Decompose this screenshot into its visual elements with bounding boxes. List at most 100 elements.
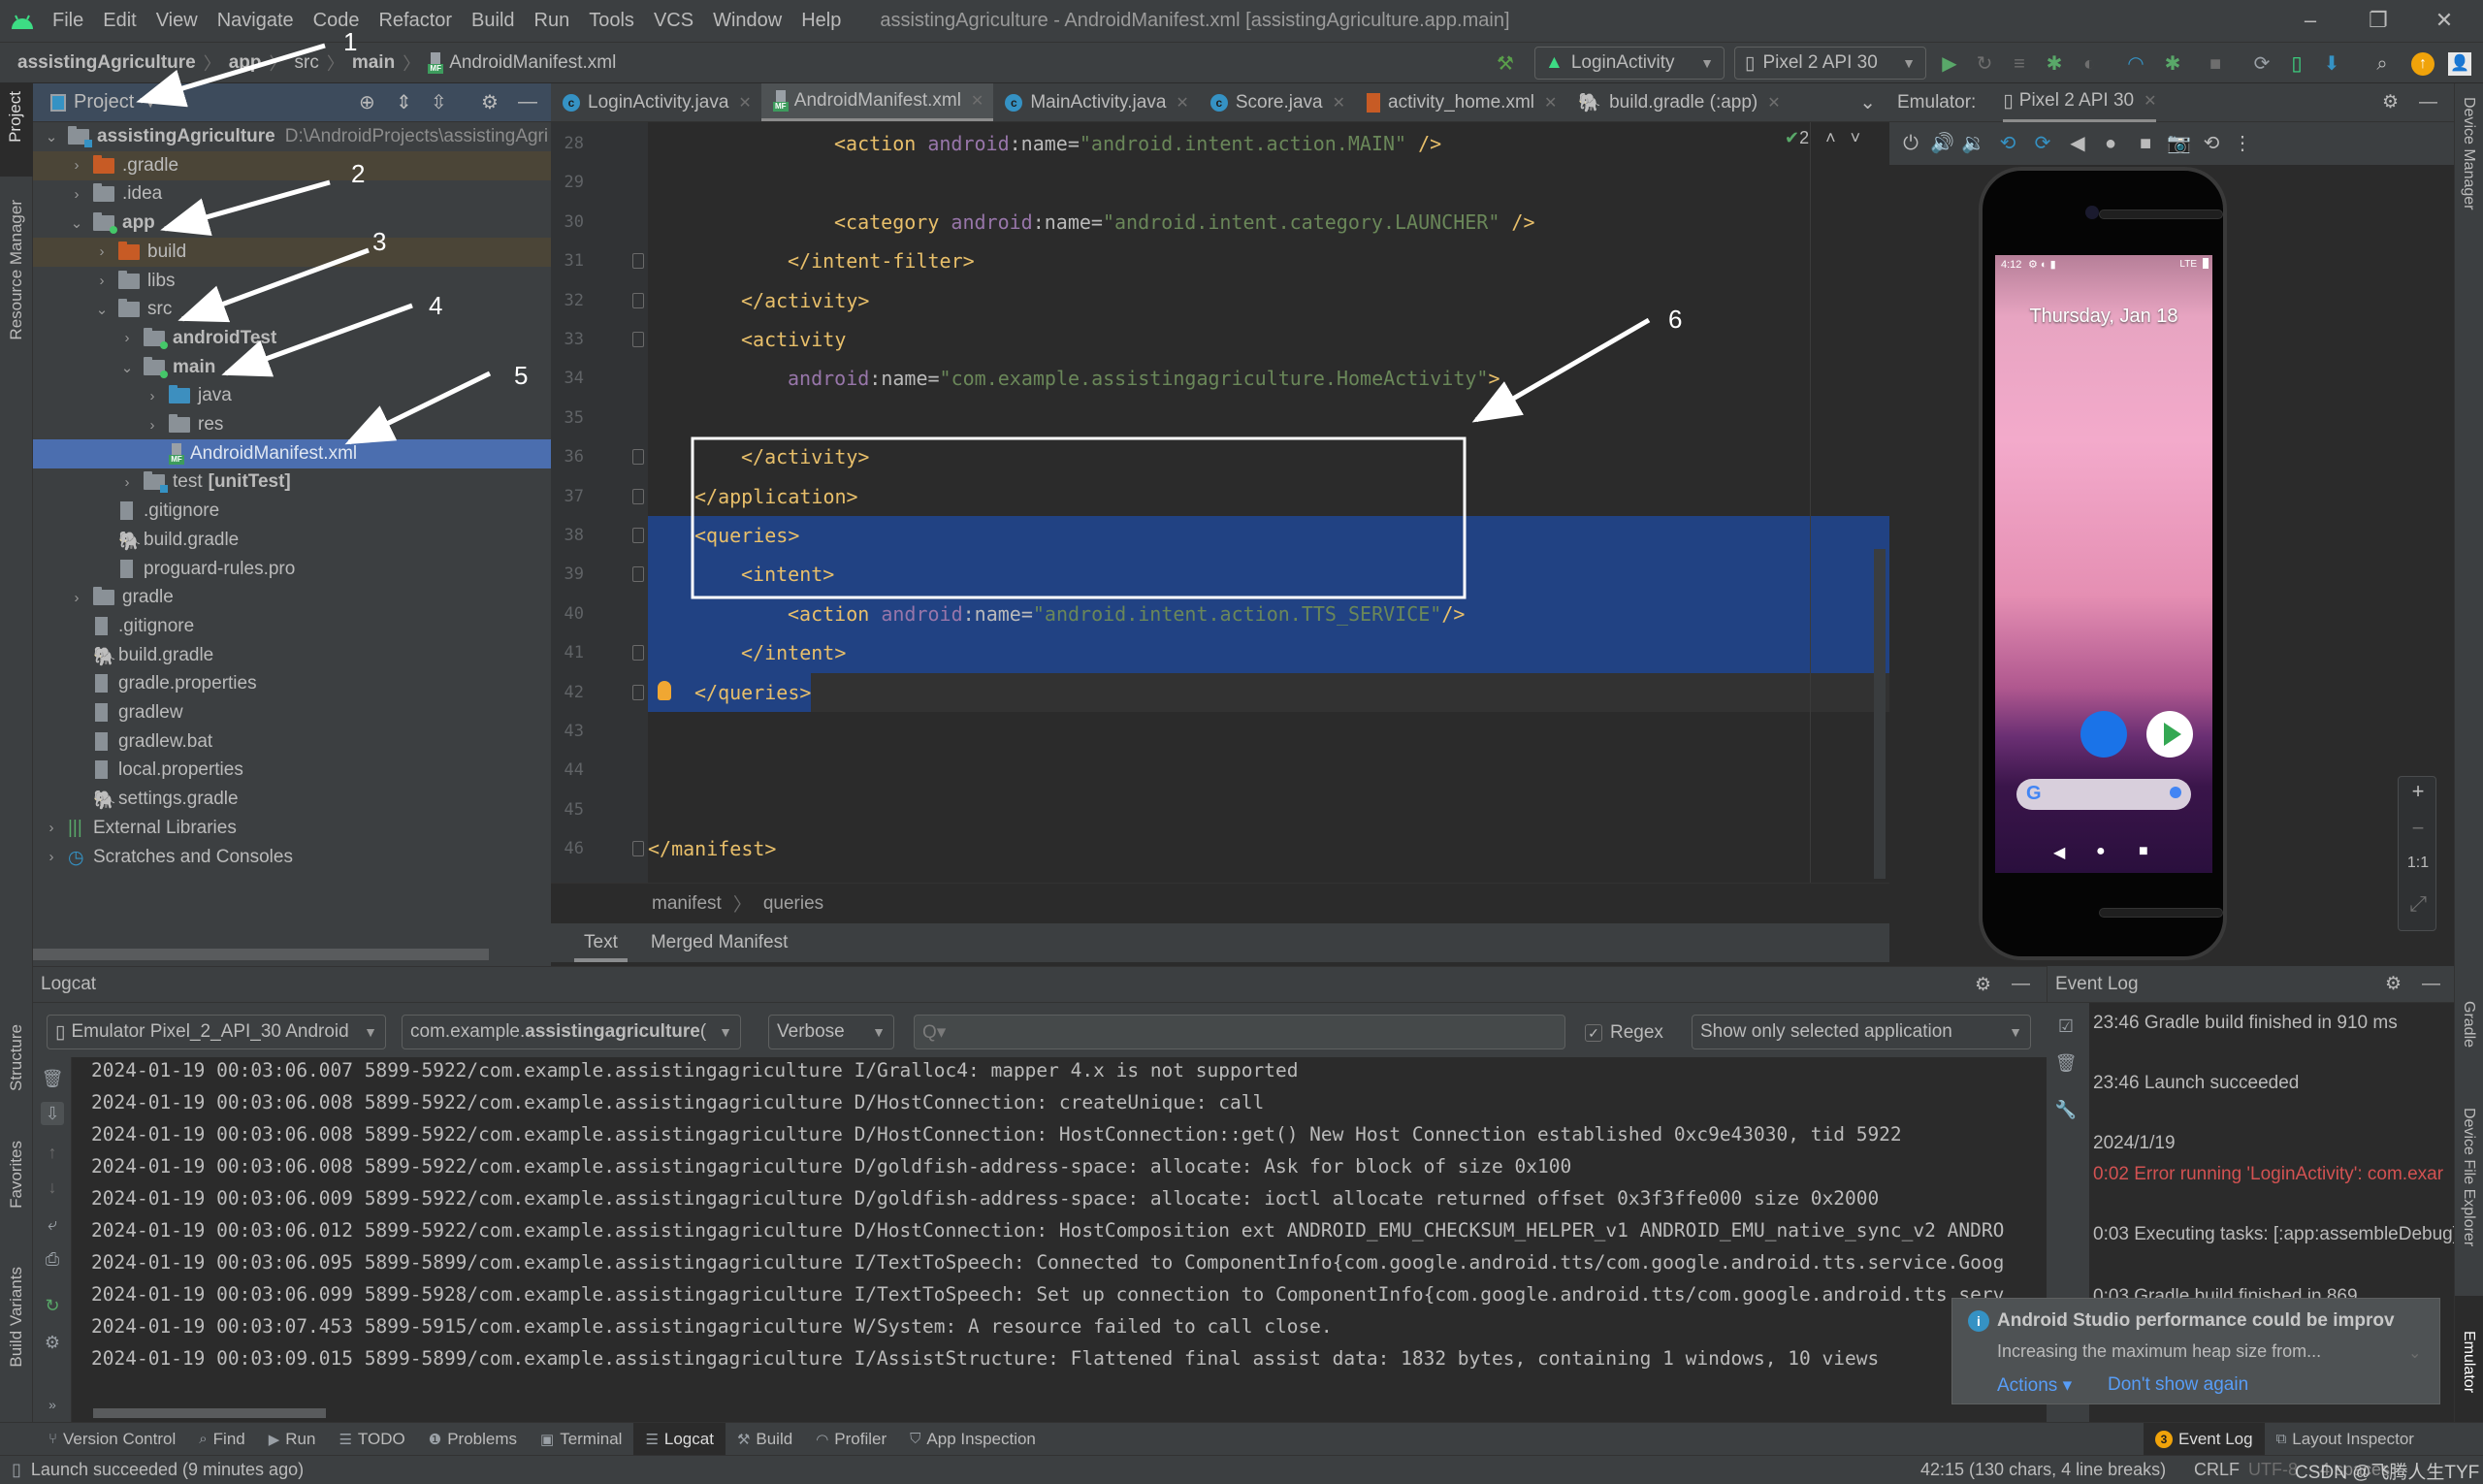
menu-window[interactable]: Window: [713, 10, 782, 32]
settings-wrench-icon[interactable]: 🔧: [2054, 1098, 2078, 1121]
zoom-in-button[interactable]: +: [2399, 779, 2437, 808]
tab-overflow-icon[interactable]: ⌄: [1859, 90, 1876, 114]
regex-checkbox[interactable]: ✓ Regex: [1585, 1022, 1663, 1044]
sync-gradle-icon[interactable]: ⟳: [2250, 52, 2273, 76]
breadcrumb-src[interactable]: src: [295, 52, 319, 74]
tree-item[interactable]: gradle.properties: [33, 669, 551, 698]
logcat-process-dropdown[interactable]: com.example. assistingagriculture ( ▼: [402, 1015, 741, 1049]
tree-item[interactable]: gradlew.bat: [33, 727, 551, 757]
editor-tab[interactable]: c Score.java ✕: [1199, 83, 1355, 121]
tree-item[interactable]: 🐘 build.gradle: [33, 641, 551, 670]
tree-item[interactable]: › java: [33, 381, 551, 410]
horizontal-scrollbar[interactable]: [33, 949, 489, 960]
menu-tools[interactable]: Tools: [589, 10, 634, 32]
line-separator[interactable]: CRLF: [2194, 1460, 2240, 1480]
menu-build[interactable]: Build: [471, 10, 514, 32]
intention-lightbulb-icon[interactable]: [658, 680, 671, 700]
tool-window-event-log[interactable]: 3 Event Log: [2144, 1422, 2265, 1456]
breadcrumb-file[interactable]: AndroidManifest.xml: [449, 52, 616, 74]
breadcrumb-manifest[interactable]: manifest: [652, 893, 722, 915]
zoom-out-button[interactable]: −: [2399, 816, 2437, 845]
editor-vertical-scrollbar[interactable]: [1874, 549, 1886, 879]
tool-window-build-variants[interactable]: Build Variants: [7, 1267, 26, 1368]
breadcrumb-main[interactable]: main: [352, 52, 395, 74]
snapshot-icon[interactable]: ⟲: [2200, 132, 2223, 155]
messages-app-icon[interactable]: [2080, 711, 2127, 758]
gear-icon[interactable]: ⚙: [2385, 973, 2402, 995]
logcat-device-dropdown[interactable]: ▯ Emulator Pixel_2_API_30 Android ▼: [47, 1015, 386, 1049]
fold-marker-icon[interactable]: [632, 684, 644, 700]
file-encoding[interactable]: UTF-8: [2248, 1460, 2298, 1480]
log-line[interactable]: 2024-01-19 00:03:06.007 5899-5922/com.ex…: [91, 1059, 1298, 1081]
previous-highlight-icon[interactable]: ˄: [1825, 128, 1836, 147]
more-options-icon[interactable]: ⋮: [2231, 132, 2254, 155]
back-icon[interactable]: ◀: [2066, 132, 2089, 155]
tree-item[interactable]: .gitignore: [33, 612, 551, 641]
log-line[interactable]: 2024-01-19 00:03:06.009 5899-5922/com.ex…: [91, 1187, 1879, 1210]
tree-item[interactable]: ⌄ app: [33, 209, 551, 238]
chevron-right-icon[interactable]: ›: [93, 243, 111, 260]
tree-item[interactable]: › res: [33, 410, 551, 439]
tree-item[interactable]: › gradle: [33, 583, 551, 612]
tree-item[interactable]: ⌄ main: [33, 353, 551, 382]
hide-panel-icon[interactable]: —: [2012, 974, 2030, 995]
breadcrumb-app[interactable]: app: [229, 52, 262, 74]
mark-all-read-icon[interactable]: ☑: [2054, 1015, 2078, 1038]
breadcrumb-project[interactable]: assistingAgriculture: [17, 52, 196, 74]
power-icon[interactable]: ⏻: [1899, 132, 1922, 155]
tree-item[interactable]: › .gradle: [33, 150, 551, 180]
breadcrumb-queries[interactable]: queries: [763, 893, 823, 915]
clear-all-trash-icon[interactable]: 🗑: [2054, 1051, 2078, 1075]
menu-refactor[interactable]: Refactor: [378, 10, 452, 32]
tree-item[interactable]: › build: [33, 237, 551, 267]
tool-window-gradle[interactable]: Gradle: [2460, 1001, 2477, 1048]
tool-window-version-control[interactable]: ⑂ Version Control: [37, 1423, 187, 1456]
log-line[interactable]: 2024-01-19 00:03:06.012 5899-5922/com.ex…: [91, 1219, 2004, 1242]
minimize-button[interactable]: –: [2291, 8, 2330, 33]
more-tools-icon[interactable]: »: [41, 1393, 64, 1416]
home-icon[interactable]: ●: [2099, 132, 2122, 155]
device-dropdown[interactable]: ▯ Pixel 2 API 30 ▼: [1734, 47, 1926, 80]
chevron-down-icon[interactable]: ⌄: [43, 128, 60, 145]
tree-item[interactable]: › libs: [33, 267, 551, 296]
tool-window-project[interactable]: Project: [0, 83, 33, 177]
volume-down-icon[interactable]: 🔉: [1961, 132, 1985, 155]
tab-text[interactable]: Text: [574, 923, 628, 962]
soft-wrap-icon[interactable]: ⤶: [41, 1212, 64, 1236]
status-message[interactable]: Launch succeeded (9 minutes ago): [31, 1460, 304, 1480]
log-line[interactable]: 2024-01-19 00:03:09.015 5899-5899/com.ex…: [91, 1347, 1879, 1370]
clear-logcat-trash-icon[interactable]: 🗑: [41, 1067, 64, 1090]
restore-button[interactable]: ❐: [2359, 8, 2398, 33]
collapse-all-icon[interactable]: ⇳: [431, 90, 447, 114]
logcat-horizontal-scrollbar[interactable]: [93, 1408, 326, 1418]
close-tab-icon[interactable]: ✕: [971, 91, 984, 111]
menu-file[interactable]: File: [52, 10, 83, 32]
tool-window-device-file-explorer[interactable]: Device File Explorer: [2460, 1108, 2477, 1246]
fold-marker-icon[interactable]: [632, 566, 644, 583]
fold-marker-icon[interactable]: [632, 645, 644, 661]
log-line[interactable]: 2024-01-19 00:03:06.095 5899-5899/com.ex…: [91, 1251, 2004, 1274]
menu-vcs[interactable]: VCS: [654, 10, 693, 32]
update-icon[interactable]: ↑: [2411, 52, 2435, 76]
gear-icon[interactable]: ⚙: [2382, 91, 2399, 113]
editor-tab[interactable]: c LoginActivity.java ✕: [551, 83, 761, 121]
apply-code-changes-icon[interactable]: ≡: [2008, 52, 2031, 76]
tree-item[interactable]: proguard-rules.pro: [33, 555, 551, 584]
tree-item[interactable]: 🐘 build.gradle: [33, 526, 551, 555]
locate-file-icon[interactable]: ⊕: [359, 90, 375, 114]
coverage-icon[interactable]: ◐: [2078, 52, 2101, 76]
tool-window-resource-manager[interactable]: Resource Manager: [7, 200, 26, 340]
google-search-bar[interactable]: G: [2016, 779, 2191, 810]
assistant-icon[interactable]: [2170, 787, 2181, 798]
attach-debugger-icon[interactable]: ✱: [2161, 52, 2184, 76]
chevron-down-icon[interactable]: ⌄: [118, 359, 136, 376]
tool-window-todo[interactable]: ☰ TODO: [327, 1423, 416, 1456]
close-tab-icon[interactable]: ✕: [738, 93, 751, 113]
apply-changes-restart-icon[interactable]: ↻: [1973, 52, 1996, 76]
log-level-dropdown[interactable]: Verbose ▼: [768, 1015, 894, 1049]
tool-window-find[interactable]: ⌕ Find: [187, 1423, 256, 1456]
tree-item[interactable]: › ◷ Scratches and Consoles: [33, 843, 551, 872]
tool-window-layout-inspector[interactable]: ⧉ Layout Inspector: [2265, 1423, 2426, 1456]
editor-tab[interactable]: MF AndroidManifest.xml ✕: [760, 83, 994, 121]
chevron-right-icon[interactable]: ›: [118, 330, 136, 346]
